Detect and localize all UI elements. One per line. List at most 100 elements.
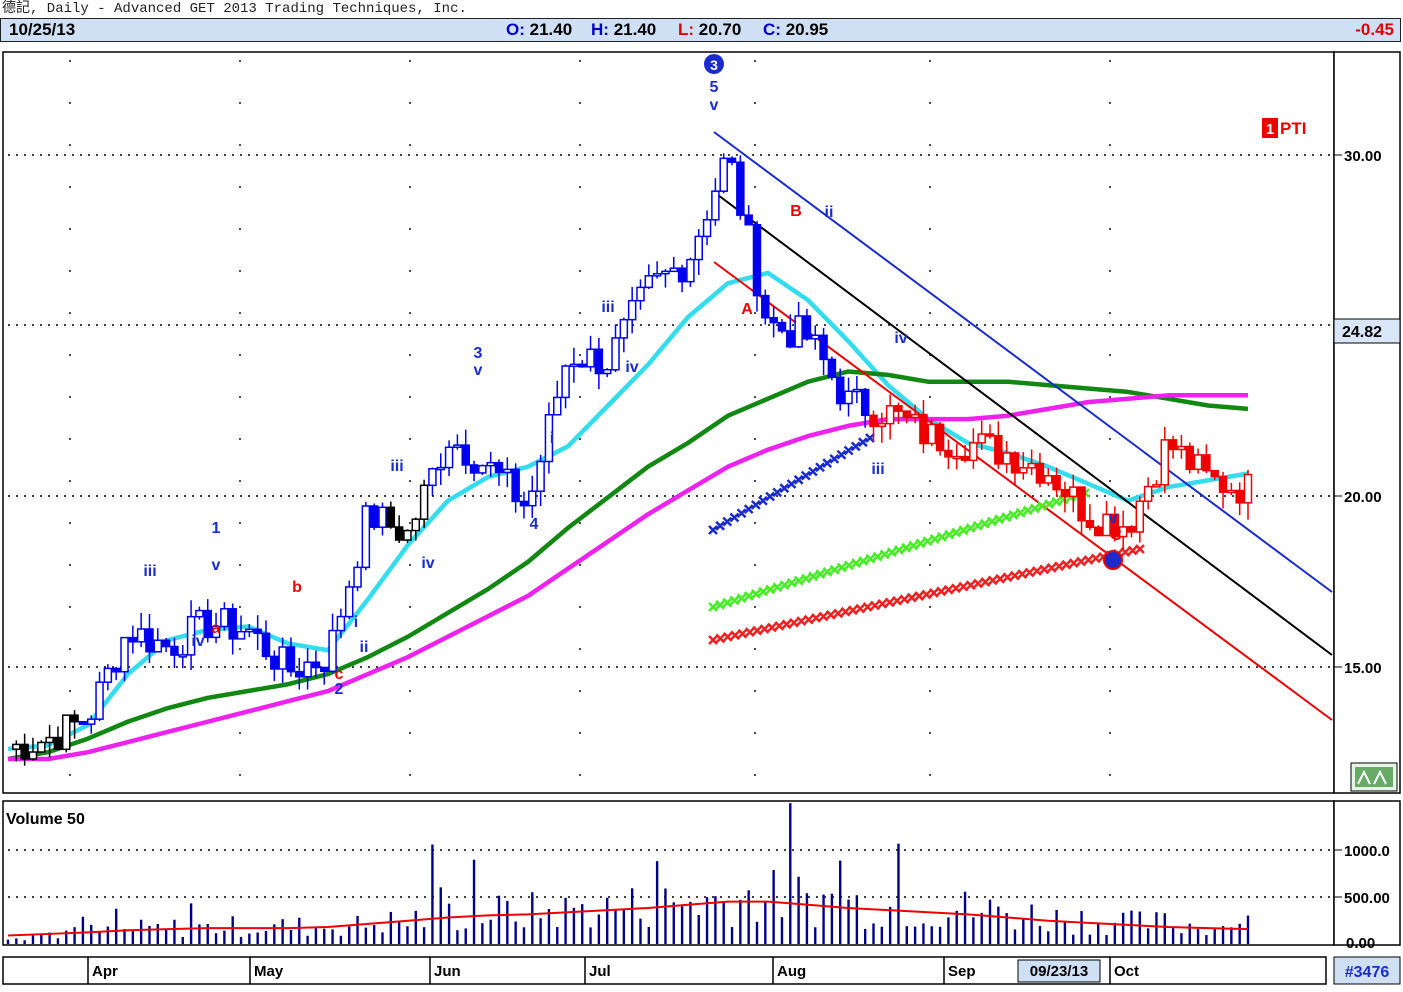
wave-label-blue: iv [894, 330, 907, 347]
month-label: May [254, 963, 284, 980]
candle-body [1202, 454, 1211, 472]
candle-body [1052, 475, 1061, 491]
candle-body [378, 506, 387, 528]
wave-label-blue: iv [191, 633, 204, 650]
candle-body [62, 714, 71, 751]
candle-body [969, 442, 978, 462]
candle-body [245, 628, 254, 633]
candle-body [727, 157, 737, 163]
candle-body [686, 258, 695, 283]
candle-body [611, 337, 620, 371]
window-title-bar: 德記, Daily - Advanced GET 2013 Trading Te… [0, 0, 1403, 18]
candle-body [652, 272, 662, 277]
candle-body [944, 449, 953, 458]
volume-panel-frame [2, 800, 1335, 946]
candle-body [278, 646, 287, 670]
candle-body [145, 628, 154, 653]
candle-body [1010, 452, 1020, 474]
candle-body [153, 639, 163, 653]
candle-body [444, 446, 454, 469]
candle-body [594, 348, 604, 375]
high-label: H: [591, 20, 609, 39]
candle-body [369, 505, 379, 528]
month-label: Jul [589, 963, 611, 980]
candle-body [885, 405, 895, 425]
candle-body [1127, 526, 1136, 533]
candle-body [37, 741, 46, 753]
y-tick-30: 30.00 [1344, 148, 1382, 165]
price-panel-frame [2, 51, 1335, 794]
low-label: L: [678, 20, 695, 39]
open-readout: O: 21.40 [506, 19, 572, 41]
candle-body [53, 736, 63, 751]
candle-body [403, 529, 412, 541]
candle-body [910, 413, 920, 419]
wave-label-blue: ii [825, 204, 834, 221]
close-readout: C: 20.95 [763, 19, 828, 41]
candle-body [178, 654, 188, 658]
candle-body [353, 566, 362, 588]
volume-axis-frame [1333, 800, 1401, 946]
candle-body [511, 468, 520, 503]
candle-body [45, 736, 54, 744]
candle-body [411, 518, 421, 532]
low-readout: L: 20.70 [678, 19, 741, 41]
candle-body [827, 358, 837, 379]
wave-label-red: a [212, 620, 221, 637]
candle-body [528, 490, 537, 507]
volume-panel-title: Volume 50 [6, 811, 85, 828]
candle-body [553, 396, 562, 416]
candle-body [894, 405, 903, 412]
candle-body [436, 466, 446, 471]
wave-label-red: A [741, 301, 753, 318]
wave-circle-3-label: 3 [710, 57, 718, 73]
candle-body [195, 609, 204, 618]
candle-body [761, 294, 770, 319]
window-title: 德記, Daily - Advanced GET 2013 Trading Te… [2, 1, 467, 17]
wave-label-blue: iv [421, 555, 434, 572]
vol-tick-500: 500.00 [1344, 890, 1390, 907]
vol-tick-1000: 1000.0 [1344, 843, 1390, 860]
candle-body [311, 661, 321, 669]
candle-body [503, 468, 512, 474]
candle-body [786, 330, 795, 348]
high-readout: H: 21.40 [591, 19, 656, 41]
candle-body [777, 321, 787, 332]
time-axis[interactable]: Apr May Jun Jul Aug Sep Oct 09/23/13 #3476 [0, 956, 1403, 986]
candle-body [228, 608, 237, 640]
candle-body [810, 334, 820, 340]
candle-body [927, 423, 937, 445]
candle-body [1193, 454, 1203, 471]
month-label: Jun [434, 963, 461, 980]
chart-canvas[interactable]: 1viiiiv2iiiiiiiv3v4iiiiiv5viiiviiivabcAB… [0, 42, 1403, 956]
candle-body [586, 348, 595, 368]
candle-body [669, 267, 679, 273]
candle-body [295, 670, 304, 678]
candle-body [519, 500, 529, 507]
candle-body [303, 661, 312, 678]
wave-label-blue: iii [601, 299, 614, 316]
candle-body [70, 714, 79, 723]
wave-label-blue: v [474, 362, 483, 379]
wave-c-circle-marker [1103, 550, 1123, 570]
close-label: C: [763, 20, 781, 39]
wave-label-red: C [1110, 527, 1122, 544]
close-value: 20.95 [785, 20, 829, 39]
candle-body [361, 505, 371, 569]
wave-label-blue: iii [390, 458, 403, 475]
wave-label-blue: v [1109, 510, 1118, 527]
zoom-toggle-icon[interactable] [1350, 762, 1398, 792]
candle-body [844, 390, 853, 405]
candle-body [902, 410, 912, 419]
candle-body [453, 444, 462, 448]
candle-body [103, 667, 113, 683]
ohlc-header-bar: 10/25/13 O: 21.40 H: 21.40 L: 20.70 C: 2… [0, 18, 1401, 42]
candle-body [111, 667, 121, 673]
vol-tick-0: 0.00 [1346, 935, 1375, 952]
month-label: Aug [777, 963, 806, 980]
candle-body [935, 423, 945, 452]
candle-body [1002, 452, 1011, 465]
candle-body [736, 161, 745, 216]
candle-body [619, 318, 629, 339]
candle-body [78, 720, 88, 725]
